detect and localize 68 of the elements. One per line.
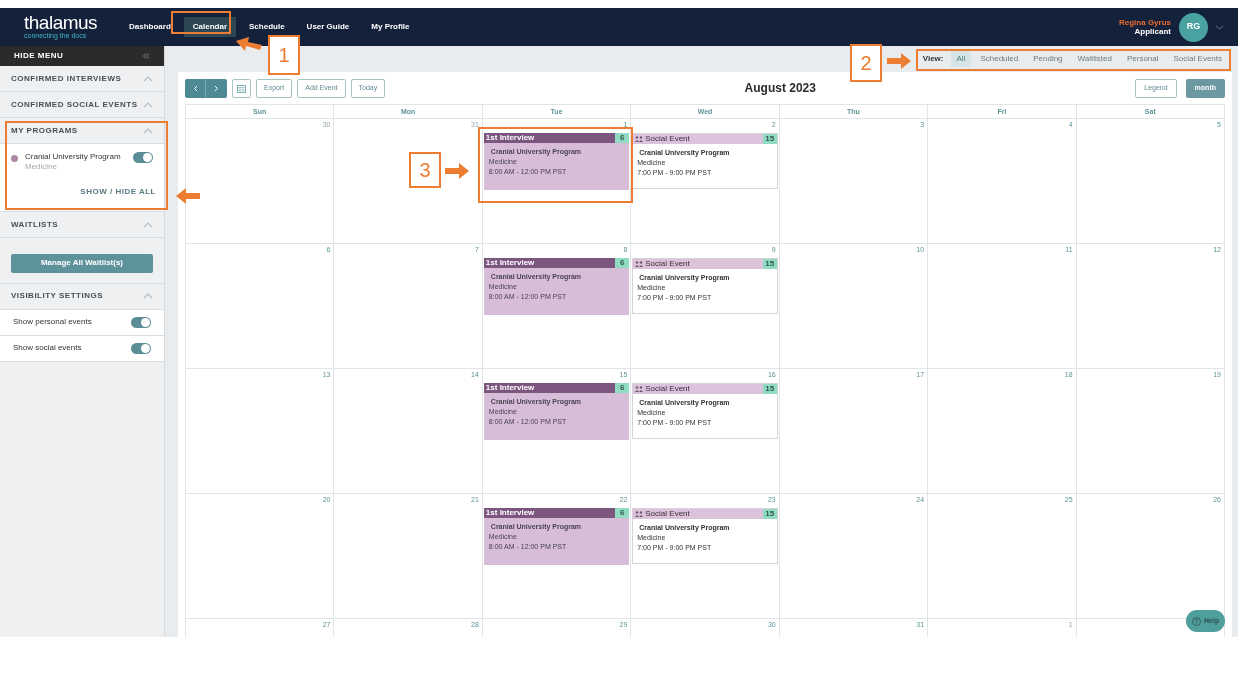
- avatar[interactable]: RG: [1179, 12, 1208, 42]
- nav-tab[interactable]: User Guide: [297, 17, 359, 37]
- callout-number: 1: [268, 35, 300, 75]
- month-title: August 2023: [744, 80, 816, 97]
- setting-label: Show social events: [13, 342, 82, 354]
- chevron-up-icon[interactable]: [143, 75, 153, 82]
- view-filter-tab[interactable]: Waitlisted: [1071, 51, 1118, 67]
- manage-waitlists-button[interactable]: Manage All Waitlist(s): [11, 253, 153, 273]
- program-specialty: Medicine: [25, 162, 58, 172]
- nav-tab[interactable]: Schedule: [240, 17, 294, 37]
- arrow-icon: [176, 188, 200, 204]
- nav-tab[interactable]: My Profile: [362, 17, 419, 37]
- count-badge: 6: [615, 383, 630, 393]
- view-filter-tab[interactable]: Social Events: [1167, 51, 1228, 67]
- previous-button[interactable]: [185, 78, 206, 98]
- count-badge: 6: [615, 508, 630, 518]
- chevron-left-icon: [192, 84, 198, 92]
- next-button[interactable]: [206, 78, 227, 98]
- show-hide-all-link[interactable]: SHOW / HIDE ALL: [80, 186, 156, 198]
- chevron-up-icon[interactable]: [143, 127, 153, 134]
- people-icon: [635, 511, 644, 517]
- user-role: Applicant: [1134, 27, 1171, 36]
- chevron-up-icon[interactable]: [143, 221, 153, 228]
- toggle-switch[interactable]: [131, 342, 151, 354]
- chevron-up-icon[interactable]: [143, 101, 153, 108]
- hide-menu-label[interactable]: HIDE MENU: [14, 50, 64, 62]
- arrow-icon: [445, 163, 469, 179]
- event-title: Social Event: [645, 509, 690, 519]
- view-filter-tab[interactable]: Scheduled: [974, 51, 1025, 67]
- program-name: Cranial University Program: [25, 152, 122, 162]
- people-icon: [635, 386, 644, 392]
- calendar-icon: [237, 83, 246, 93]
- nav-tab[interactable]: Dashboard: [120, 17, 180, 37]
- logo[interactable]: thalamus: [24, 14, 98, 32]
- highlight-frame: [171, 11, 231, 34]
- event-title: Social Event: [645, 384, 690, 394]
- count-badge: 15: [762, 134, 777, 144]
- calendar-picker-button[interactable]: [232, 78, 251, 98]
- people-icon: [635, 136, 644, 142]
- count-badge: 15: [762, 384, 777, 394]
- arrow-icon: [236, 36, 262, 52]
- view-filter-tab[interactable]: Personal: [1120, 51, 1165, 67]
- event-title: 1st Interview: [483, 508, 616, 518]
- arrow-icon: [887, 53, 911, 69]
- people-icon: [635, 261, 644, 267]
- setting-label: Show personal events: [13, 316, 92, 328]
- view-filter-tab[interactable]: All: [950, 51, 972, 67]
- user-name: Regina Gyrus: [1119, 18, 1171, 27]
- event-title: 1st Interview: [483, 133, 616, 143]
- count-badge: 6: [615, 133, 630, 143]
- question-circle-icon: [1192, 616, 1201, 626]
- count-badge: 6: [615, 258, 630, 268]
- chevron-down-icon[interactable]: [1215, 24, 1224, 30]
- event-title: 1st Interview: [483, 258, 616, 268]
- callout-number: 3: [409, 152, 441, 188]
- view-filter-tab[interactable]: Pending: [1027, 51, 1069, 67]
- event-title: 1st Interview: [483, 383, 616, 393]
- count-badge: 15: [762, 509, 777, 519]
- chevron-up-icon[interactable]: [143, 293, 153, 299]
- toggle-switch[interactable]: [133, 152, 153, 163]
- event-title: Social Event: [645, 259, 690, 269]
- count-badge: 15: [762, 259, 777, 269]
- double-chevron-left-icon[interactable]: [142, 53, 150, 59]
- view-label: View:: [922, 53, 944, 65]
- toggle-switch[interactable]: [131, 316, 151, 328]
- event-title: Social Event: [645, 134, 690, 144]
- callout-number: 2: [850, 44, 882, 82]
- chevron-right-icon: [214, 84, 219, 92]
